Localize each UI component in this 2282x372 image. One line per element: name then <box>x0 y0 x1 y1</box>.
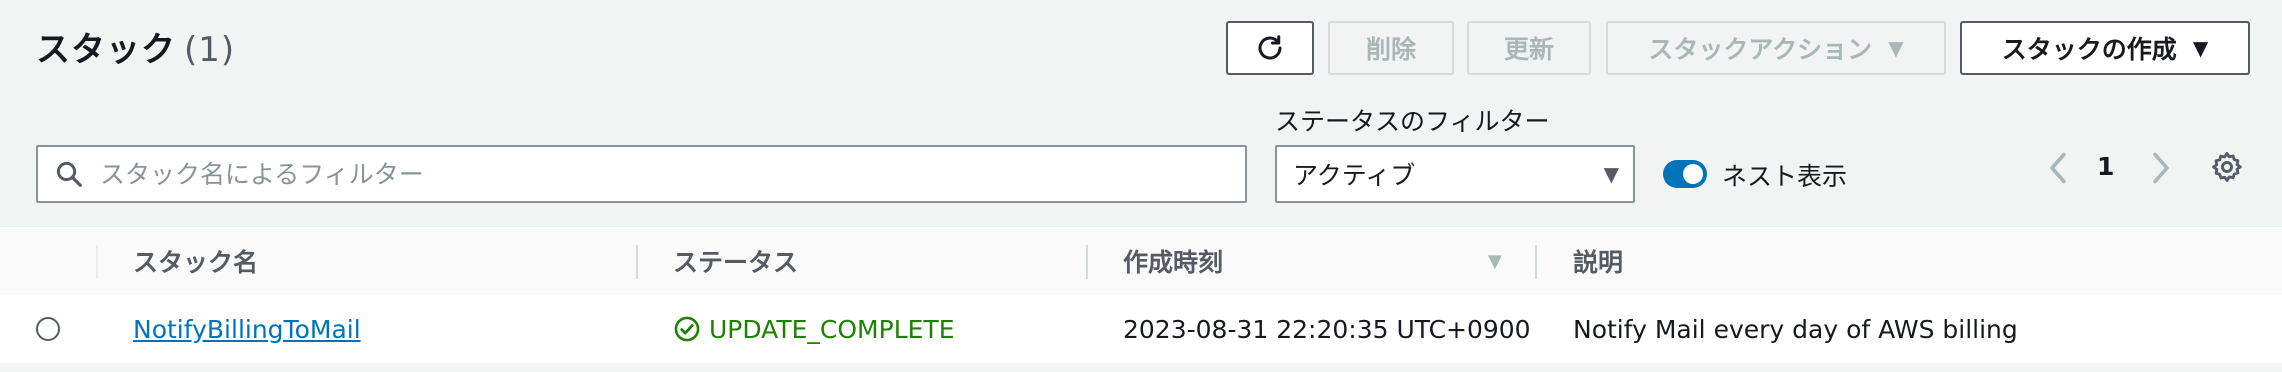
create-stack-button[interactable]: スタックの作成 ▼ <box>1960 21 2250 75</box>
create-stack-label: スタックの作成 <box>2001 35 2177 64</box>
column-divider[interactable] <box>1086 245 1088 279</box>
column-divider[interactable] <box>1535 245 1537 279</box>
previous-page-button[interactable] <box>2045 150 2071 190</box>
update-button-label: 更新 <box>1503 35 1554 64</box>
caret-down-icon: ▼ <box>1603 162 1619 186</box>
stack-name-cell[interactable]: NotifyBillingToMail <box>133 295 361 363</box>
search-icon <box>56 161 82 187</box>
column-header-description[interactable]: 説明 <box>1573 227 1623 295</box>
chevron-left-icon <box>2050 152 2066 184</box>
stack-name-link[interactable]: NotifyBillingToMail <box>133 315 361 344</box>
column-header-created-time[interactable]: 作成時刻 <box>1123 227 1223 295</box>
status-filter-select[interactable]: アクティブ ▼ <box>1275 145 1635 203</box>
gear-icon <box>2212 152 2242 182</box>
row-select-cell[interactable] <box>36 295 60 363</box>
status-cell: UPDATE_COMPLETE <box>673 295 954 363</box>
delete-button-label: 削除 <box>1365 35 1416 64</box>
chevron-right-icon <box>2153 152 2169 184</box>
table-footer-spacer <box>0 363 2282 372</box>
status-text: UPDATE_COMPLETE <box>709 314 955 344</box>
stack-actions-label: スタックアクション <box>1648 35 1873 64</box>
stack-actions-button[interactable]: スタックアクション ▼ <box>1606 21 1946 75</box>
description-cell: Notify Mail every day of AWS billing <box>1573 314 2018 344</box>
column-header-stack-name[interactable]: スタック名 <box>133 227 258 295</box>
caret-down-icon: ▼ <box>2192 36 2209 60</box>
status-filter-label: ステータスのフィルター <box>1275 107 1550 136</box>
check-circle-icon <box>674 316 700 342</box>
refresh-button[interactable] <box>1226 21 1314 75</box>
table-header: スタック名 ステータス 作成時刻 ▼ 説明 <box>0 226 2282 296</box>
search-box[interactable] <box>36 145 1247 203</box>
preferences-button[interactable] <box>2210 150 2244 188</box>
row-radio-button[interactable] <box>36 317 60 341</box>
column-divider[interactable] <box>636 245 638 279</box>
page-title-text: スタック <box>36 30 176 70</box>
status-badge: UPDATE_COMPLETE <box>673 315 954 344</box>
current-page-number[interactable]: 1 <box>2097 152 2114 181</box>
column-header-status[interactable]: ステータス <box>673 227 798 295</box>
update-button[interactable]: 更新 <box>1467 21 1591 75</box>
table-row[interactable]: NotifyBillingToMail UPDATE_COMPLETE 2023… <box>0 295 2282 365</box>
page-title: スタック (1) <box>36 22 235 71</box>
stack-count: (1) <box>184 30 236 70</box>
created-time-cell: 2023-08-31 22:20:35 UTC+0900 <box>1123 314 1531 344</box>
sort-descending-icon[interactable]: ▼ <box>1488 227 1502 295</box>
delete-button[interactable]: 削除 <box>1328 21 1454 75</box>
nested-view-toggle[interactable] <box>1663 160 1707 188</box>
caret-down-icon: ▼ <box>1888 36 1904 60</box>
nested-view-label: ネスト表示 <box>1722 162 1848 191</box>
search-input[interactable] <box>98 158 1245 190</box>
column-divider <box>96 245 98 279</box>
refresh-icon <box>1258 35 1282 60</box>
next-page-button[interactable] <box>2148 150 2174 190</box>
status-filter-value: アクティブ <box>1293 161 1416 190</box>
